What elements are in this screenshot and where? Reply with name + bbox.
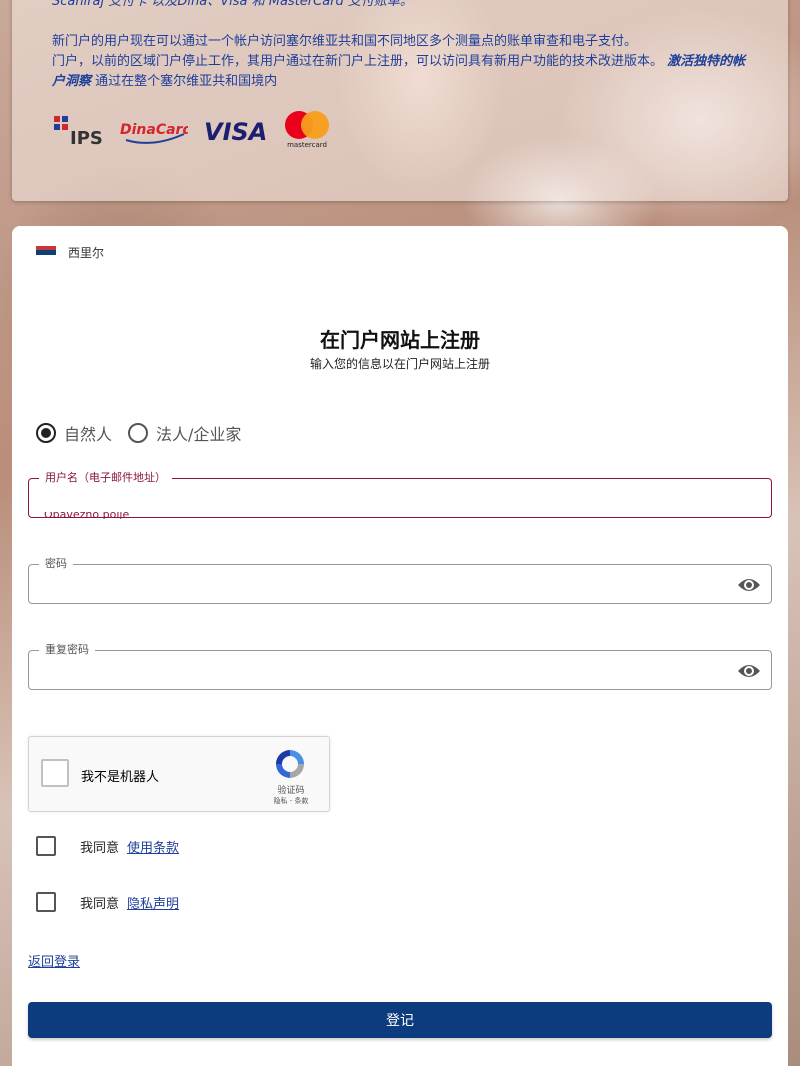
page-subtitle: 输入您的信息以在门户网站上注册 xyxy=(309,357,490,371)
register-button[interactable]: 登记 xyxy=(28,1002,772,1038)
repeat-password-field: 重复密码 xyxy=(28,642,772,690)
svg-text:mastercard: mastercard xyxy=(287,141,327,149)
username-field: 用户名（电子邮件地址） xyxy=(28,470,772,518)
info-payment-line: Scaniraj 支付卡 以及Dina、Visa 和 MasterCard 支付… xyxy=(52,0,413,9)
back-to-login-link[interactable]: 返回登录 xyxy=(28,951,80,970)
show-repeat-password-icon[interactable] xyxy=(737,661,761,681)
terms-link[interactable]: 使用条款 xyxy=(127,837,179,856)
svg-text:VISA: VISA xyxy=(204,118,267,146)
info-para-line1: 新门户的用户现在可以通过一个帐户访问塞尔维亚共和国不同地区多个测量点的账单审查和… xyxy=(52,34,638,49)
language-switcher[interactable]: 西里尔 xyxy=(36,244,104,261)
info-card: Scaniraj 支付卡 以及Dina、Visa 和 MasterCard 支付… xyxy=(12,0,788,201)
terms-checkbox[interactable] xyxy=(36,836,56,856)
recaptcha-checkbox[interactable] xyxy=(41,759,69,787)
recaptcha-label: 我不是机器人 xyxy=(81,770,160,785)
privacy-prefix: 我同意 xyxy=(80,896,120,912)
password-field: 密码 xyxy=(28,556,772,604)
radio-legal-entity[interactable] xyxy=(128,423,149,443)
privacy-row: 我同意 隐私声明 xyxy=(36,892,179,912)
privacy-link[interactable]: 隐私声明 xyxy=(127,893,179,912)
registration-card: 西里尔 在门户网站上注册 输入您的信息以在门户网站上注册 自然人 法人/企业家 … xyxy=(12,226,788,1066)
password-input[interactable] xyxy=(29,565,771,603)
info-paragraph: 新门户的用户现在可以通过一个帐户访问塞尔维亚共和国不同地区多个测量点的账单审查和… xyxy=(52,32,752,92)
username-input[interactable] xyxy=(29,479,771,517)
person-type-radio-group: 自然人 法人/企业家 xyxy=(36,421,249,445)
ips-logo: IPS xyxy=(52,112,104,148)
repeat-password-input[interactable] xyxy=(29,651,771,689)
recaptcha-brand: 验证码 xyxy=(277,786,305,796)
payment-logos: IPS DinaCard VISA mastercard xyxy=(52,110,332,150)
info-para-line2-text: 门户，以前的区域门户停止工作，其用户通过在新门户上注册，可以访问具有新用户功能的… xyxy=(52,54,664,69)
info-para-line2: 门户，以前的区域门户停止工作，其用户通过在新门户上注册，可以访问具有新用户功能的… xyxy=(52,52,752,92)
username-error: Obavezno polje xyxy=(44,512,130,519)
recaptcha-links[interactable]: 隐私 - 条款 xyxy=(261,796,321,806)
radio-natural-person[interactable] xyxy=(36,423,56,443)
visa-logo: VISA xyxy=(202,112,268,148)
mastercard-logo: mastercard xyxy=(282,110,332,150)
language-label: 西里尔 xyxy=(68,246,105,260)
privacy-checkbox[interactable] xyxy=(36,892,56,912)
serbia-flag-icon xyxy=(36,246,56,259)
recaptcha-logo-icon xyxy=(276,750,304,778)
info-tail-text: 通过在整个塞尔维亚共和国境内 xyxy=(95,74,278,89)
terms-prefix: 我同意 xyxy=(80,840,120,856)
show-password-icon[interactable] xyxy=(737,575,761,595)
radio-natural-person-label: 自然人 xyxy=(64,425,113,444)
page-title: 在门户网站上注册 xyxy=(320,328,480,352)
dinacard-logo: DinaCard xyxy=(118,112,188,148)
terms-row: 我同意 使用条款 xyxy=(36,836,179,856)
svg-text:IPS: IPS xyxy=(70,128,103,148)
radio-legal-entity-label: 法人/企业家 xyxy=(156,425,242,444)
recaptcha-widget: 我不是机器人 验证码 隐私 - 条款 xyxy=(28,736,330,812)
